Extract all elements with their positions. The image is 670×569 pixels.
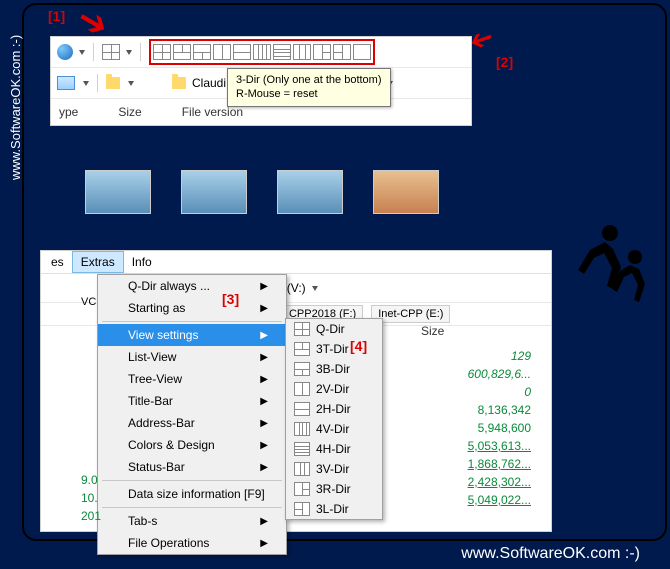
layout-3l-icon[interactable]: [333, 44, 351, 60]
submenu-qdir[interactable]: Q-Dir: [286, 319, 382, 339]
menu-extras[interactable]: Extras: [72, 251, 124, 273]
tooltip-line: 3-Dir (Only one at the bottom): [236, 73, 382, 87]
size-value: 2,428,302...: [391, 473, 531, 491]
annotation-3: [3]: [222, 291, 239, 307]
left-values: 9.0 10. 201: [81, 471, 101, 525]
value: 10.: [81, 489, 101, 507]
caret-icon[interactable]: [79, 50, 85, 55]
menu-data-size[interactable]: Data size information [F9]: [98, 483, 286, 505]
menu-qdir-always[interactable]: Q-Dir always ...▶: [98, 275, 286, 297]
menu-status-bar[interactable]: Status-Bar▶: [98, 456, 286, 478]
folder-icon: [172, 77, 186, 89]
layout-3r-icon[interactable]: [313, 44, 331, 60]
size-value: 5,948,600: [391, 419, 531, 437]
separator: [97, 74, 98, 92]
thumbnail[interactable]: [85, 170, 151, 214]
submenu-3v[interactable]: 3V-Dir: [286, 459, 382, 479]
submenu-4h[interactable]: 4H-Dir: [286, 439, 382, 459]
menu-info[interactable]: Info: [124, 252, 160, 272]
caret-icon[interactable]: [312, 286, 318, 291]
submenu-2h[interactable]: 2H-Dir: [286, 399, 382, 419]
menu-separator: [102, 480, 282, 481]
size-value: 5,049,022...: [391, 491, 531, 509]
value: 9.0: [81, 471, 101, 489]
layout-3t-icon[interactable]: [173, 44, 191, 60]
drive-tab[interactable]: Inet-CPP (E:): [371, 305, 450, 323]
annotation-4: [4]: [350, 338, 367, 354]
caret-icon[interactable]: [128, 81, 134, 86]
toolbar-row-1: [51, 37, 471, 67]
monitor-icon[interactable]: [57, 76, 75, 90]
caret-icon[interactable]: [83, 81, 89, 86]
thumbnail[interactable]: [181, 170, 247, 214]
folder-icon: [106, 77, 120, 89]
col-size[interactable]: Size: [118, 105, 141, 119]
submenu-2v[interactable]: 2V-Dir: [286, 379, 382, 399]
thumbnail[interactable]: [277, 170, 343, 214]
layout-3b-icon[interactable]: [193, 44, 211, 60]
watermark-left: www.SoftwareOK.com :-): [8, 35, 23, 180]
layout-2h-icon[interactable]: [233, 44, 251, 60]
col-size-header[interactable]: Size: [421, 324, 444, 338]
menu-starting-as[interactable]: Starting as▶: [98, 297, 286, 319]
submenu-3b[interactable]: 3B-Dir: [286, 359, 382, 379]
annotation-1: [1]: [48, 8, 65, 24]
size-value: 129: [391, 347, 531, 365]
layout-icons-group: [149, 39, 375, 65]
extras-dropdown: Q-Dir always ...▶ Starting as▶ View sett…: [97, 274, 287, 555]
menu-file-operations[interactable]: File Operations▶: [98, 532, 286, 554]
size-column: 129 600,829,6... 0 8,136,342 5,948,600 5…: [391, 347, 531, 509]
climber-silhouette-icon: [550, 220, 660, 320]
globe-icon[interactable]: [57, 44, 73, 60]
annotation-2: [2]: [496, 54, 513, 70]
size-value: 8,136,342: [391, 401, 531, 419]
menu-title-bar[interactable]: Title-Bar▶: [98, 390, 286, 412]
menu-item-partial[interactable]: es: [43, 252, 72, 272]
submenu-4v[interactable]: 4V-Dir: [286, 419, 382, 439]
tooltip-line: R-Mouse = reset: [236, 87, 382, 101]
col-fileversion[interactable]: File version: [182, 105, 243, 119]
menu-separator: [102, 507, 282, 508]
separator: [93, 43, 94, 61]
layout-3v-icon[interactable]: [293, 44, 311, 60]
col-type[interactable]: ype: [59, 105, 78, 119]
submenu-3t[interactable]: 3T-Dir: [286, 339, 382, 359]
menu-separator: [102, 321, 282, 322]
tooltip: 3-Dir (Only one at the bottom) R-Mouse =…: [227, 68, 391, 107]
submenu-3l[interactable]: 3L-Dir: [286, 499, 382, 519]
layout-1-icon[interactable]: [353, 44, 371, 60]
submenu-3r[interactable]: 3R-Dir: [286, 479, 382, 499]
caret-icon[interactable]: [126, 50, 132, 55]
size-value: 5,053,613...: [391, 437, 531, 455]
thumbnail[interactable]: [373, 170, 439, 214]
view-settings-submenu: Q-Dir 3T-Dir 3B-Dir 2V-Dir 2H-Dir 4V-Dir…: [285, 318, 383, 520]
size-value: 0: [391, 383, 531, 401]
menu-tree-view[interactable]: Tree-View▶: [98, 368, 286, 390]
menu-colors-design[interactable]: Colors & Design▶: [98, 434, 286, 456]
layout-4h-icon[interactable]: [273, 44, 291, 60]
layout-preset-icon[interactable]: [102, 44, 120, 60]
layout-4v-icon[interactable]: [253, 44, 271, 60]
menu-list-view[interactable]: List-View▶: [98, 346, 286, 368]
layout-qdir-icon[interactable]: [153, 44, 171, 60]
separator: [140, 43, 141, 61]
thumbnail-row: [85, 170, 439, 214]
file-manager-window: es Extras Info VCPP (V:) VCP (G:) CPP201…: [40, 250, 552, 532]
menu-tabs[interactable]: Tab-s▶: [98, 510, 286, 532]
size-value: 600,829,6...: [391, 365, 531, 383]
menubar: es Extras Info: [41, 251, 551, 274]
menu-view-settings[interactable]: View settings▶: [98, 324, 286, 346]
watermark-bottom: www.SoftwareOK.com :-): [461, 545, 640, 563]
layout-2v-icon[interactable]: [213, 44, 231, 60]
menu-address-bar[interactable]: Address-Bar▶: [98, 412, 286, 434]
value: 201: [81, 507, 101, 525]
size-value: 1,868,762...: [391, 455, 531, 473]
